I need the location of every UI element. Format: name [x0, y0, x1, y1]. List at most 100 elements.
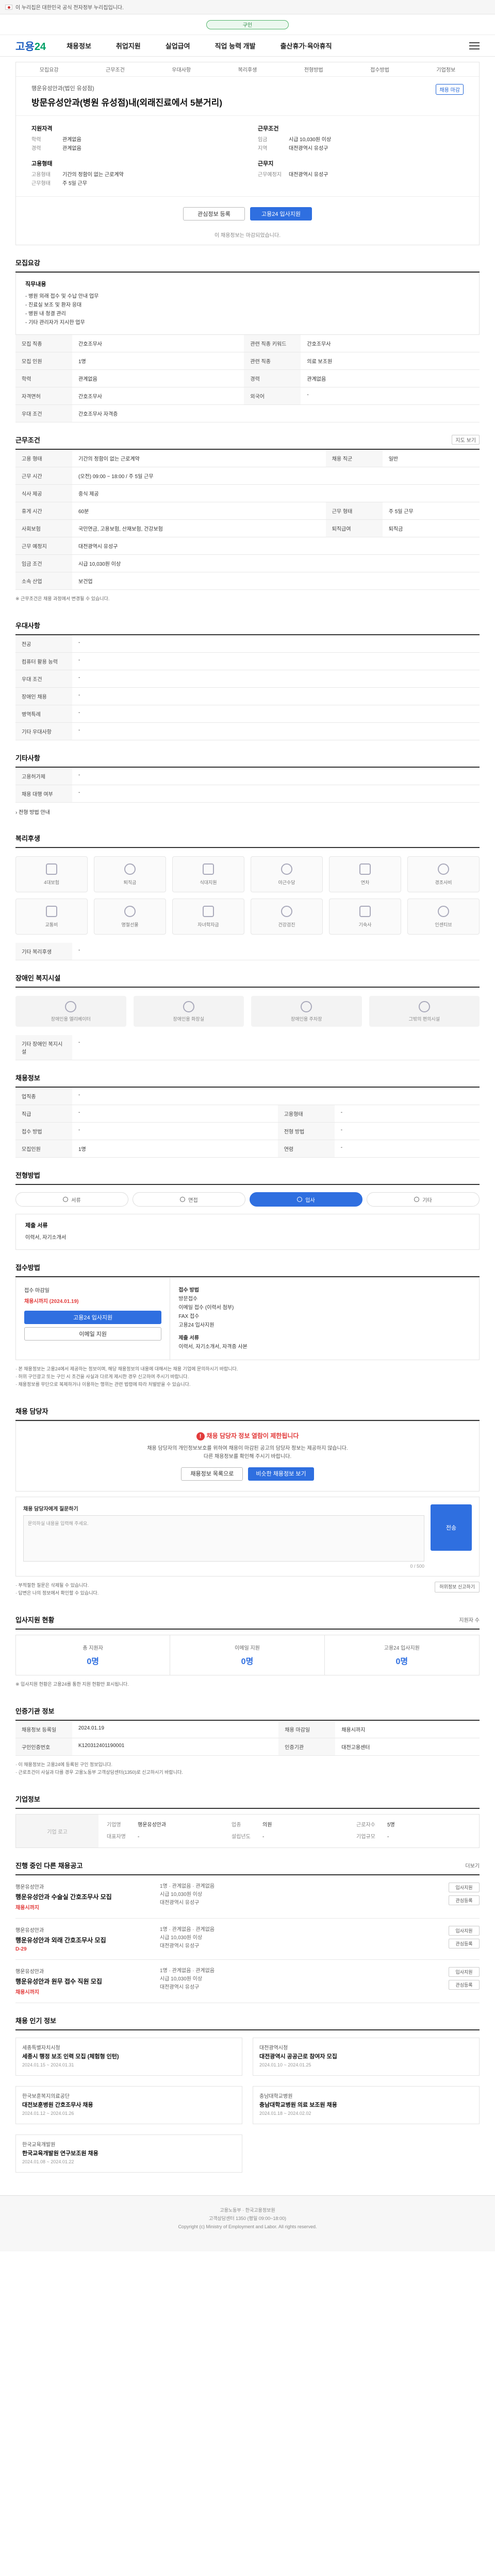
apply-docs-line: 이력서, 자기소개서, 자격증 사본: [178, 1344, 248, 1350]
nav-item-training[interactable]: 직업 능력 개발: [215, 41, 256, 50]
hot-item[interactable]: 한국보훈복지의료공단 대전보훈병원 간호조무사 채용 2024.01.12 ~ 20…: [15, 2086, 242, 2124]
company-name[interactable]: 행운유성안과(법인 유성점): [31, 84, 464, 92]
cta-row: 관심정보 등록 고용24 입사지원: [16, 196, 479, 231]
table-row: 식사 제공 중식 제공: [15, 484, 480, 502]
section-title: 전형방법: [15, 1170, 480, 1185]
hot-item[interactable]: 세종특별자치시청 세종시 행정 보조 인력 모집 (체험형 인턴) 2024.01.…: [15, 2038, 242, 2076]
summary-row: 근무예정지 대전광역시 유성구: [258, 171, 464, 179]
summary-heading: 근무지: [258, 161, 274, 167]
tab-benefits[interactable]: 복리후생: [238, 65, 257, 73]
regist-table: 채용정보 등록일 2024.01.19 채용 마감일 채용시까지 구인인증번호 K1203…: [15, 1721, 480, 1756]
summary-heading: 지원자격: [31, 126, 53, 132]
process-step: 입사: [250, 1192, 362, 1207]
nav-item-support[interactable]: 취업지원: [116, 41, 141, 50]
row-label: 기타 우대사항: [15, 722, 72, 740]
hot-item[interactable]: 충남대학교병원 충남대학교병원 의료 보조원 채용 2024.01.18 ~ 202…: [253, 2086, 480, 2124]
row-value: 대전고용센터: [335, 1738, 480, 1756]
row-value: 간호조무사: [72, 387, 244, 405]
hot-item[interactable]: 대전광역시청 대전광역시 공공근로 참여자 모집 2024.01.10 ~ 2024…: [253, 2038, 480, 2076]
map-button[interactable]: 지도 보기: [452, 435, 480, 445]
job-actions: 입사지원관심등록: [407, 1926, 480, 1952]
row-value: 1명: [72, 352, 244, 370]
job-apply-button[interactable]: 입사지원: [449, 1967, 480, 1977]
job-desc-line: - 진료실 보조 및 환자 응대: [25, 302, 82, 308]
page-title: 방문유성안과(병원 유성점)내(외래진료에서 5분거리): [31, 98, 222, 108]
hot-date: 2024.01.15 ~ 2024.01.31: [22, 2062, 74, 2067]
tab-process[interactable]: 전형방법: [304, 65, 323, 73]
benefit-label: 야근수당: [278, 879, 295, 885]
job-list-item[interactable]: 행운유성안과 행운유성안과 원무 접수 직원 모집 채용시까지 1명 · 관계없음 ·…: [15, 1960, 480, 2003]
row-label: 구인인증번호: [15, 1738, 72, 1756]
welfare-item: 그밖의 편의시설: [369, 996, 480, 1027]
etc-link[interactable]: › 전형 방법 안내: [15, 803, 480, 821]
summary-key: 근무예정지: [258, 172, 282, 178]
search-chip[interactable]: 구인: [206, 20, 289, 29]
qa-count: 0 / 500: [410, 1564, 424, 1569]
nav-item-leave[interactable]: 출산휴가·육아휴직: [280, 41, 332, 50]
company-field-key: 기업명: [107, 1822, 121, 1828]
benefit-label: 퇴직금: [123, 879, 137, 885]
row-value: -: [334, 1122, 480, 1140]
job-scrap-button[interactable]: 관심등록: [449, 1895, 480, 1905]
section-title: 채용 인기 정보: [15, 2015, 480, 2030]
apply-button[interactable]: 고용24 입사지원: [250, 207, 312, 221]
job-apply-button[interactable]: 입사지원: [449, 1883, 480, 1892]
hot-item[interactable]: 한국교육개발원 한국교육개발원 연구보조원 채용 2024.01.08 ~ 2024…: [15, 2134, 242, 2173]
row-label: 근무 시간: [15, 467, 72, 485]
row-value: -: [334, 1140, 480, 1158]
regist-note: · 이 채용정보는 고용24에 등록된 구인 정보입니다.: [15, 1762, 112, 1767]
job-list-item[interactable]: 행운유성안과 행운유성안과 수술실 간호조무사 모집 채용시까지 1명 · 관계없음 …: [15, 1875, 480, 1919]
job-actions: 입사지원관심등록: [407, 1967, 480, 1995]
apply-method-line: 이메일 접수 (이력서 첨부): [178, 1305, 234, 1311]
job-title[interactable]: 행운유성안과 수술실 간호조무사 모집: [15, 1892, 160, 1901]
step-label: 기타: [422, 1197, 432, 1204]
summary-key: 경력: [31, 146, 41, 151]
summary-value: 관계없음: [62, 146, 81, 151]
job-title[interactable]: 행운유성안과 외래 간호조무사 모집: [15, 1936, 160, 1944]
job-title[interactable]: 행운유성안과 원무 접수 직원 모집: [15, 1977, 160, 1986]
qa-textarea[interactable]: 문의하실 내용을 입력해 주세요.: [23, 1515, 424, 1562]
row-label: 관련 직종 키워드: [244, 335, 301, 352]
tab-apply[interactable]: 접수방법: [370, 65, 389, 73]
job-apply-button[interactable]: 입사지원: [449, 1926, 480, 1936]
job-list-item[interactable]: 행운유성안과 행운유성안과 외래 간호조무사 모집 D-29 1명 · 관계없음 · …: [15, 1919, 480, 1960]
more-link[interactable]: 더보기: [465, 1861, 480, 1869]
report-button[interactable]: 허위정보 신고하기: [435, 1582, 480, 1592]
nav-item-unemployment[interactable]: 실업급여: [166, 41, 190, 50]
job-company: 행운유성안과: [15, 1928, 44, 1934]
scrap-button[interactable]: 관심정보 등록: [183, 207, 245, 221]
table-row: 모집 인원 1명 관련 직종 의료 보조원: [15, 352, 480, 370]
row-value: -: [72, 670, 480, 688]
process-section: 전형방법 서류 면접 입사 기타 제출 서류 이력서, 자기소개서: [15, 1170, 480, 1250]
similar-jobs-button[interactable]: 비슷한 채용정보 보기: [248, 1467, 314, 1481]
job-scrap-button[interactable]: 관심등록: [449, 1939, 480, 1948]
tab-recruit[interactable]: 모집요강: [40, 65, 59, 73]
row-label: 소속 산업: [15, 572, 72, 590]
benefit-item: 건강검진: [251, 899, 323, 935]
tab-pref[interactable]: 우대사항: [172, 65, 191, 73]
job-scrap-button[interactable]: 관심등록: [449, 1980, 480, 1990]
tab-conditions[interactable]: 근무조건: [106, 65, 125, 73]
nav-item-jobs[interactable]: 채용정보: [67, 41, 91, 50]
anchor-tabs: 모집요강 근무조건 우대사항 복리후생 전형방법 접수방법 기업정보: [16, 62, 479, 77]
stat-label: 총 지원자: [82, 1646, 103, 1651]
apply-email-button[interactable]: 이메일 지원: [24, 1327, 162, 1341]
company-fields: 기업명 행운유성안과 업종 의원 근로자수 5명 대표자명 - 설립년도 - 기업규모 -: [98, 1815, 479, 1848]
tab-company[interactable]: 기업정보: [436, 65, 455, 73]
status-badge: 채용 마감: [436, 84, 464, 95]
site-logo[interactable]: 고용24: [15, 38, 46, 53]
company-field: 근로자수 5명: [356, 1821, 471, 1829]
table-row: 고용 형태 기간의 정함이 없는 근로계약 채용 직군 일반: [15, 450, 480, 467]
menu-icon[interactable]: [469, 42, 480, 49]
recruit-table: 모집 직종 간호조무사 관련 직종 키워드 간호조무사 모집 인원 1명 관련 직종 의료 보…: [15, 335, 480, 422]
apply-online-button[interactable]: 고용24 입사지원: [24, 1311, 162, 1324]
process-steps: 서류 면접 입사 기타: [15, 1185, 480, 1214]
welfare-label: 장애인용 화장실: [173, 1016, 204, 1022]
row-value: -: [72, 1122, 278, 1140]
benefits-other-value: -: [72, 943, 480, 960]
job-list-button[interactable]: 채용정보 목록으로: [181, 1467, 243, 1481]
posting-head: 행운유성안과(법인 유성점) 방문유성안과(병원 유성점)내(외래진료에서 5분…: [16, 77, 479, 116]
qa-send-button[interactable]: 전송: [431, 1504, 472, 1551]
stat-value: 0명: [87, 1657, 99, 1666]
job-desc-line: - 병원 외래 접수 및 수납 안내 업무: [25, 294, 99, 299]
